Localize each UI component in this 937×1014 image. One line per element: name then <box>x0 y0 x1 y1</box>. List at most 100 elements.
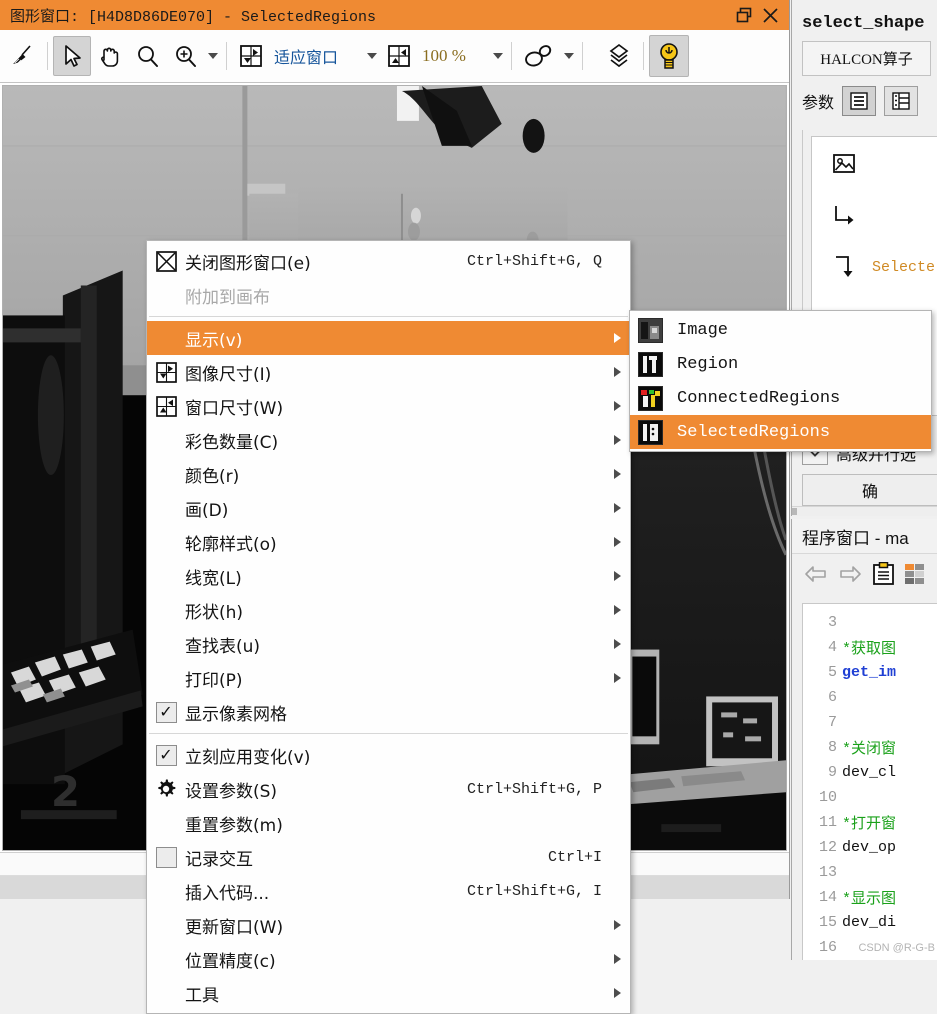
menu-set-parameters[interactable]: 设置参数(S) Ctrl+Shift+G, P <box>147 772 630 806</box>
submenu-arrow-icon <box>614 988 621 998</box>
no-icon <box>151 427 181 453</box>
submenu-item-image[interactable]: Image <box>630 313 931 347</box>
menu-item-label: 画(D) <box>185 500 229 521</box>
menu-tools[interactable]: 工具 <box>147 976 630 1010</box>
menu-display[interactable]: 显示(v) <box>147 321 630 355</box>
toolbar-separator-2 <box>226 42 227 70</box>
menu-insert-code[interactable]: 插入代码... Ctrl+Shift+G, I <box>147 874 630 908</box>
chevron-down-icon <box>492 53 503 59</box>
graphics-window-toolbar: 适应窗口 100 % <box>0 30 789 83</box>
no-icon <box>151 325 181 351</box>
no-icon <box>151 563 181 589</box>
operator-tab[interactable]: HALCON算子 <box>802 41 931 76</box>
menu-window-size[interactable]: 窗口尺寸(W) <box>147 389 630 423</box>
clear-button[interactable] <box>4 36 42 76</box>
menu-color-count[interactable]: 彩色数量(C) <box>147 423 630 457</box>
layers-button[interactable] <box>600 36 638 76</box>
menu-record-interaction[interactable]: 记录交互 Ctrl+I <box>147 840 630 874</box>
scrollbar-thumb[interactable] <box>792 508 797 515</box>
dialog-horizontal-scrollbar[interactable] <box>792 506 937 516</box>
zoom-tool-button[interactable] <box>129 36 167 76</box>
menu-apply-changes-immediately[interactable]: ✓ 立刻应用变化(v) <box>147 738 630 772</box>
close-button[interactable] <box>757 2 783 28</box>
program-window-titlebar: 程序窗口 - ma <box>792 519 937 554</box>
program-window-toolbar <box>792 554 937 594</box>
menu-image-size[interactable]: 图像尺寸(I) <box>147 355 630 389</box>
hand-icon <box>101 47 119 67</box>
pan-tool-button[interactable] <box>91 36 129 76</box>
line-text: dev_op <box>842 839 897 856</box>
menu-shape[interactable]: 形状(h) <box>147 593 630 627</box>
menu-line-width[interactable]: 线宽(L) <box>147 559 630 593</box>
lightbulb-button[interactable] <box>648 35 689 77</box>
menu-draw[interactable]: 画(D) <box>147 491 630 525</box>
menu-item-label: 窗口尺寸(W) <box>185 398 284 419</box>
param-row-input[interactable] <box>812 189 937 241</box>
submenu-arrow-icon <box>614 605 621 615</box>
submenu-item-label: Region <box>677 354 739 374</box>
submenu-arrow-icon <box>614 469 621 479</box>
menu-contour-style[interactable]: 轮廓样式(o) <box>147 525 630 559</box>
menu-item-accelerator: Ctrl+I <box>547 848 602 866</box>
submenu-item-selectedregions[interactable]: SelectedRegions <box>630 415 931 449</box>
submenu-arrow-icon <box>614 537 621 547</box>
fit-window-dropdown-button[interactable] <box>364 36 380 76</box>
clipboard-icon[interactable] <box>872 562 895 586</box>
menu-item-label: 彩色数量(C) <box>185 432 279 453</box>
region-thumbnail-icon <box>638 351 663 377</box>
zoom-level-dropdown-button[interactable] <box>490 36 506 76</box>
output-arrow-icon <box>836 256 853 277</box>
menu-lookup-table[interactable]: 查找表(u) <box>147 627 630 661</box>
checkbox-checked-icon: ✓ <box>151 699 181 725</box>
param-row-output[interactable]: Selecte <box>812 241 937 293</box>
submenu-item-region[interactable]: Region <box>630 347 931 381</box>
zoom-in-button[interactable] <box>167 36 205 76</box>
param-row-image[interactable] <box>812 137 937 189</box>
submenu-arrow-icon <box>614 401 621 411</box>
back-arrow-icon[interactable] <box>804 564 828 584</box>
code-editor[interactable]: 3 4 *获取图 5 get_im 6 7 8 *关闭窗 9 dev_cl 10 11 *… <box>802 603 937 960</box>
select-tool-button[interactable] <box>53 36 91 76</box>
menu-show-pixel-grid[interactable]: ✓ 显示像素网格 <box>147 695 630 729</box>
menu-close-graphics-window[interactable]: 关闭图形窗口(e) Ctrl+Shift+G, Q <box>147 244 630 278</box>
restore-button[interactable] <box>731 2 757 28</box>
program-window-title: 程序窗口 - ma <box>802 528 909 548</box>
toolbar-separator-5 <box>642 42 644 70</box>
submenu-item-label: Image <box>677 320 729 340</box>
shape-dropdown-button[interactable] <box>561 36 577 76</box>
parameters-header: 参数 <box>792 76 937 122</box>
menu-reset-parameters[interactable]: 重置参数(m) <box>147 806 630 840</box>
ok-button[interactable]: 确 <box>802 474 937 506</box>
line-number: 8 <box>827 739 837 756</box>
menu-item-label: 打印(P) <box>185 670 243 691</box>
table-view-button[interactable] <box>884 86 919 116</box>
menu-item-label: 工具 <box>185 985 219 1006</box>
fit-window-button[interactable] <box>232 36 270 76</box>
code-line: 5 get_im <box>803 660 937 685</box>
list-view-button[interactable] <box>842 86 877 116</box>
menu-update-window[interactable]: 更新窗口(W) <box>147 908 630 942</box>
line-text: get_im <box>842 664 897 681</box>
menu-position-precision[interactable]: 位置精度(c) <box>147 942 630 976</box>
line-number: 6 <box>827 689 837 706</box>
submenu-item-connectedregions[interactable]: ConnectedRegions <box>630 381 931 415</box>
line-text: *获取图 <box>842 641 897 658</box>
color-grid-icon[interactable] <box>905 563 925 585</box>
shape-button[interactable] <box>517 36 561 76</box>
menu-color[interactable]: 颜色(r) <box>147 457 630 491</box>
no-icon <box>151 878 181 904</box>
broom-icon <box>13 45 31 65</box>
zoom-level-button[interactable] <box>380 36 418 76</box>
image-size-icon <box>151 359 181 385</box>
forward-arrow-icon[interactable] <box>838 564 862 584</box>
operator-name: select_shape <box>802 14 925 33</box>
code-line: 12 dev_op <box>803 835 937 860</box>
display-submenu: Image Region ConnectedRegions SelectedRe… <box>629 310 932 452</box>
submenu-arrow-icon <box>614 571 621 581</box>
gear-icon <box>151 776 181 802</box>
line-text: dev_di <box>842 914 897 931</box>
menu-print[interactable]: 打印(P) <box>147 661 630 695</box>
zoom-dropdown-button[interactable] <box>205 36 221 76</box>
line-number: 10 <box>818 789 837 806</box>
menu-item-label: 线宽(L) <box>185 568 242 589</box>
